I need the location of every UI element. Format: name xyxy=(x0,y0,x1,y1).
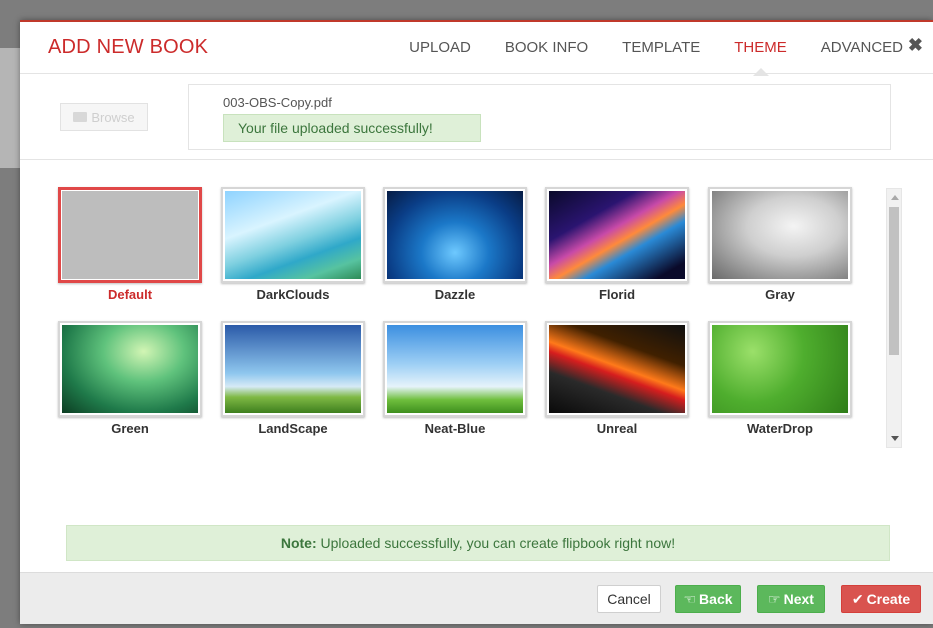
theme-thumbnail xyxy=(383,321,527,417)
theme-thumbnail xyxy=(545,321,689,417)
theme-label: Dazzle xyxy=(434,287,476,302)
theme-preview-image xyxy=(62,325,198,413)
theme-label: Unreal xyxy=(596,421,638,436)
tab-theme[interactable]: THEME xyxy=(734,39,787,76)
theme-preview-image xyxy=(712,325,848,413)
theme-landscape[interactable]: LandScape xyxy=(221,321,365,436)
theme-waterdrop[interactable]: WaterDrop xyxy=(708,321,852,436)
theme-dazzle[interactable]: Dazzle xyxy=(383,187,527,302)
theme-preview-image xyxy=(549,191,685,279)
theme-default[interactable]: Default xyxy=(58,187,202,302)
cancel-label: Cancel xyxy=(607,591,651,607)
dialog-title: ADD NEW BOOK xyxy=(48,36,209,58)
hand-left-icon: ☜ xyxy=(683,591,697,607)
theme-thumbnail xyxy=(708,321,852,417)
theme-label: WaterDrop xyxy=(747,421,813,436)
theme-thumbnail xyxy=(58,187,202,283)
theme-label: Florid xyxy=(598,287,636,302)
scroll-down-icon[interactable] xyxy=(891,436,899,441)
theme-preview-image xyxy=(387,325,523,413)
theme-label: Green xyxy=(111,421,149,436)
next-label: Next xyxy=(783,591,814,607)
tab-advanced[interactable]: ADVANCED xyxy=(821,39,903,56)
theme-florid[interactable]: Florid xyxy=(545,187,689,302)
theme-label: Default xyxy=(107,287,153,302)
wizard-tabs: UPLOAD BOOK INFO TEMPLATE THEME ADVANCED xyxy=(375,39,903,76)
theme-thumbnail xyxy=(221,187,365,283)
browse-label: Browse xyxy=(91,109,135,125)
tab-book-info[interactable]: BOOK INFO xyxy=(505,39,588,56)
theme-preview-image xyxy=(712,191,848,279)
tab-template[interactable]: TEMPLATE xyxy=(622,39,700,56)
theme-label: Neat-Blue xyxy=(424,421,486,436)
background-window-edge xyxy=(0,48,20,168)
theme-preview-image xyxy=(225,191,361,279)
theme-label: LandScape xyxy=(258,421,328,436)
theme-label: DarkClouds xyxy=(256,287,330,302)
check-icon: ✔ xyxy=(851,591,864,607)
close-icon[interactable]: ✖ xyxy=(908,35,923,56)
browse-button[interactable]: Browse xyxy=(60,103,148,131)
upload-section: Browse 003-OBS-Copy.pdf Your file upload… xyxy=(20,74,933,160)
back-button[interactable]: ☜ Back xyxy=(675,585,741,613)
theme-thumbnail xyxy=(58,321,202,417)
scroll-up-icon[interactable] xyxy=(891,195,899,200)
back-label: Back xyxy=(699,591,733,607)
dialog-footer: Cancel ☜ Back ☞ Next ✔ Create xyxy=(20,572,933,624)
note-label: Note: xyxy=(280,535,317,551)
create-label: Create xyxy=(866,591,911,607)
theme-thumbnail xyxy=(708,187,852,283)
add-book-dialog: ADD NEW BOOK UPLOAD BOOK INFO TEMPLATE T… xyxy=(20,20,933,624)
next-button[interactable]: ☞ Next xyxy=(757,585,825,613)
create-button[interactable]: ✔ Create xyxy=(841,585,921,613)
theme-unreal[interactable]: Unreal xyxy=(545,321,689,436)
theme-scrollbar[interactable] xyxy=(886,188,902,448)
cancel-button[interactable]: Cancel xyxy=(597,585,661,613)
theme-thumbnail xyxy=(221,321,365,417)
theme-label: Gray xyxy=(765,287,795,302)
theme-preview-image xyxy=(225,325,361,413)
hand-right-icon: ☞ xyxy=(768,591,781,607)
theme-green[interactable]: Green xyxy=(58,321,202,436)
theme-grid: Default DarkClouds Dazzle Florid Gray Gr… xyxy=(20,162,933,462)
note-banner: Note: Uploaded successfully, you can cre… xyxy=(66,525,890,561)
theme-preview-image xyxy=(549,325,685,413)
dialog-header: ADD NEW BOOK UPLOAD BOOK INFO TEMPLATE T… xyxy=(20,22,933,76)
upload-success-message: Your file uploaded successfully! xyxy=(223,114,481,142)
file-name: 003-OBS-Copy.pdf xyxy=(223,95,332,110)
theme-darkclouds[interactable]: DarkClouds xyxy=(221,187,365,302)
theme-preview-image xyxy=(62,191,198,279)
theme-thumbnail xyxy=(383,187,527,283)
folder-icon xyxy=(73,112,88,122)
theme-neat-blue[interactable]: Neat-Blue xyxy=(383,321,527,436)
tab-upload[interactable]: UPLOAD xyxy=(409,39,471,56)
file-info-box: 003-OBS-Copy.pdf Your file uploaded succ… xyxy=(188,84,891,150)
scrollbar-thumb[interactable] xyxy=(889,207,899,355)
theme-thumbnail xyxy=(545,187,689,283)
theme-preview-image xyxy=(387,191,523,279)
theme-gray[interactable]: Gray xyxy=(708,187,852,302)
note-text: Uploaded successfully, you can create fl… xyxy=(320,535,676,551)
